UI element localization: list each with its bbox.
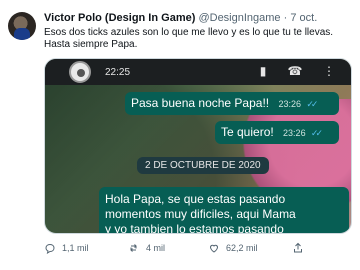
- author-avatar[interactable]: [8, 12, 36, 40]
- chat-header-time: 22:25: [105, 67, 131, 78]
- like-count: 62,2 mil: [226, 243, 258, 253]
- more-options-icon: ⋮: [323, 64, 335, 78]
- share-button[interactable]: [292, 240, 310, 256]
- author-handle[interactable]: @DesignIngame: [198, 12, 280, 24]
- chat-message-text: Pasa buena noche Papa!!: [131, 96, 270, 110]
- author-name[interactable]: Victor Polo (Design In Game): [44, 12, 195, 24]
- reply-count: 1,1 mil: [62, 243, 89, 253]
- like-button[interactable]: 62,2 mil: [208, 240, 258, 256]
- chat-message-bubble: Te quiero! 23:26 ✓✓: [215, 121, 339, 144]
- chat-contact-avatar: [69, 61, 91, 83]
- tweet-text-line: Hasta siempre Papa.: [44, 38, 138, 50]
- video-call-icon: ▮: [259, 64, 267, 78]
- heart-icon: [209, 244, 219, 253]
- tweet-date[interactable]: 7 oct.: [290, 12, 317, 24]
- phone-icon: ☎: [287, 64, 303, 78]
- chat-message-time: 23:26: [283, 128, 306, 138]
- read-ticks-icon: ✓✓: [310, 128, 323, 138]
- tweet-header: Victor Polo (Design In Game) @DesignInga…: [44, 10, 352, 26]
- chat-message-bubble: Hola Papa, se que estas pasando momentos…: [99, 187, 349, 234]
- retweet-button[interactable]: 4 mil: [128, 240, 165, 256]
- chat-header-bar: 22:25 ▮ ☎ ⋮: [45, 59, 351, 85]
- tweet-text: Esos dos ticks azules son lo que me llev…: [44, 27, 354, 50]
- chat-message-time: 23:26: [278, 99, 301, 109]
- chat-message-line: momentos muy dificiles, aqui Mama: [105, 207, 296, 221]
- chat-message-line: Hola Papa, se que estas pasando: [105, 192, 286, 206]
- reply-button[interactable]: 1,1 mil: [44, 240, 89, 256]
- chat-message-bubble: Pasa buena noche Papa!! 23:26 ✓✓: [125, 92, 339, 115]
- chat-message-line: y yo tambien lo estamos pasando: [105, 222, 284, 234]
- meta-separator: ·: [283, 12, 288, 24]
- tweet-actions: 1,1 mil 4 mil 62,2 mil: [44, 240, 344, 256]
- share-icon: [294, 242, 302, 253]
- reply-icon: [45, 243, 55, 254]
- tweet-media-image[interactable]: 22:25 ▮ ☎ ⋮ Pasa buena noche Papa!! 23:2…: [44, 58, 352, 234]
- retweet-count: 4 mil: [146, 243, 166, 253]
- retweet-icon: [130, 244, 137, 252]
- chat-message-text: Te quiero!: [221, 125, 274, 139]
- tweet-text-line: Esos dos ticks azules son lo que me llev…: [44, 27, 334, 38]
- chat-date-chip: 2 DE OCTUBRE DE 2020: [137, 157, 269, 174]
- read-ticks-icon: ✓✓: [306, 99, 318, 109]
